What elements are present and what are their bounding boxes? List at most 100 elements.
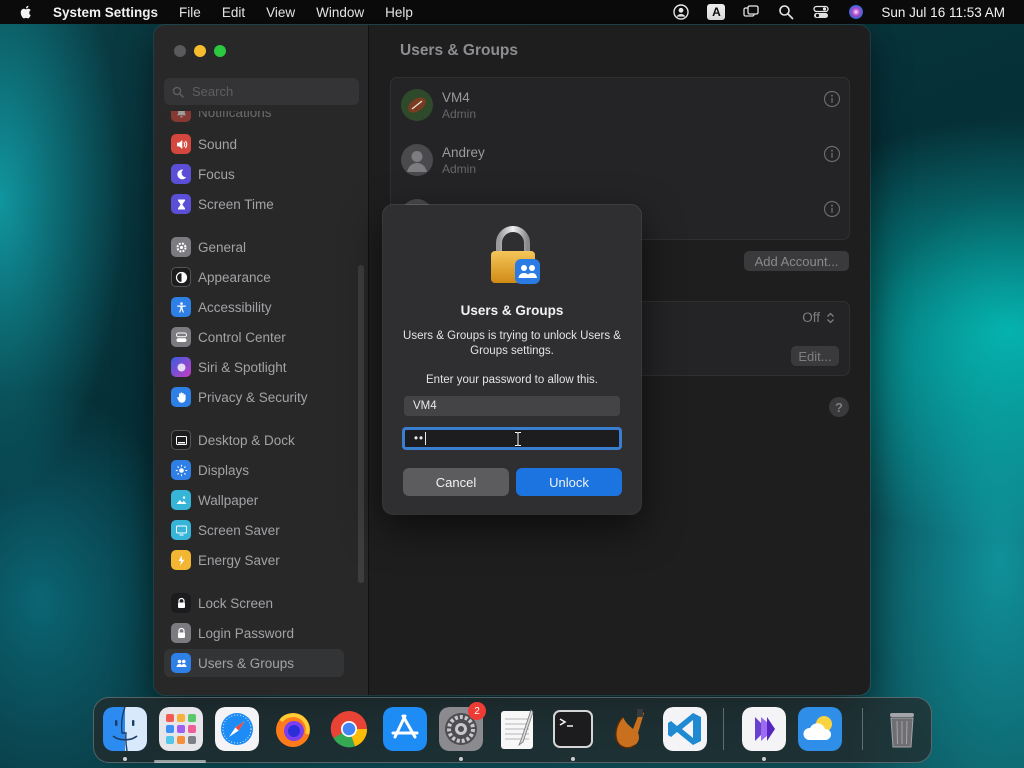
appearance-icon [171,267,191,287]
cancel-button[interactable]: Cancel [403,468,509,496]
siri-icon [171,357,191,377]
user-role: Admin [442,106,477,121]
user-row[interactable]: VM4 Admin [401,80,841,130]
textedit-icon[interactable] [495,707,539,751]
sidebar-item-label: Displays [198,462,250,478]
status-area: A Sun Jul 16 11:53 AM [655,0,1024,24]
weather-icon[interactable] [798,707,842,751]
dialog-prompt: Enter your password to allow this. [426,374,598,386]
username-field[interactable]: VM4 [404,396,620,416]
moon-icon [171,164,191,184]
user-name: VM4 [442,89,470,105]
help-button[interactable]: ? [829,397,849,417]
sun-icon [171,460,191,480]
sidebar-item-label: Appearance [198,269,271,285]
spotlight-search-icon[interactable] [777,3,795,21]
info-icon[interactable] [823,90,841,108]
hand-icon [171,387,191,407]
user-account-icon[interactable] [672,3,690,21]
sidebar-item-sound[interactable]: Sound [164,130,344,158]
trash-icon[interactable] [880,707,924,751]
zoom-window-button[interactable] [214,45,226,57]
chrome-icon[interactable] [327,707,371,751]
sidebar-item-lock-screen[interactable]: Lock Screen [164,589,344,617]
user-role: Admin [442,161,477,176]
launchpad-icon[interactable] [159,707,203,751]
screen-mirroring-icon[interactable] [742,3,760,21]
instruments-icon[interactable] [607,707,651,751]
ibeam-cursor-icon [513,431,523,447]
sidebar-item-desktop-dock[interactable]: Desktop & Dock [164,426,344,454]
sidebar-item-accessibility[interactable]: Accessibility [164,293,344,321]
menu-view[interactable]: View [266,5,295,20]
padlock-users-icon [485,225,545,291]
edit-button[interactable]: Edit... [791,346,839,366]
menu-bar: System Settings File Edit View Window He… [0,0,1024,24]
dock-scroll-indicator [154,760,206,763]
sidebar-item-wallpaper[interactable]: Wallpaper [164,486,344,514]
sidebar-item-label: Focus [198,166,235,182]
guest-setting-select[interactable]: Off [802,310,835,325]
running-indicator [762,757,766,761]
vscode-icon[interactable] [663,707,707,751]
sidebar-scrollbar[interactable] [358,265,364,583]
sidebar-item-screen-time[interactable]: Screen Time [164,190,344,218]
sidebar-item-control-center[interactable]: Control Center [164,323,344,351]
input-source-label: A [707,4,726,20]
user-text: Andrey Admin [442,145,485,176]
sidebar-item-notifications[interactable]: Notifications [164,111,344,126]
dock-icon [171,430,191,450]
menubar-clock[interactable]: Sun Jul 16 11:53 AM [881,5,1005,20]
sidebar-item-energy-saver[interactable]: Energy Saver [164,546,344,574]
menu-file[interactable]: File [179,5,201,20]
safari-icon[interactable] [215,707,259,751]
unlock-button[interactable]: Unlock [516,468,622,496]
sidebar-item-label: Energy Saver [198,552,280,568]
sidebar-item-screen-saver[interactable]: Screen Saver [164,516,344,544]
sidebar-item-general[interactable]: General [164,233,344,261]
user-row[interactable]: Andrey Admin [401,135,841,185]
menu-window[interactable]: Window [316,5,364,20]
lock-icon [171,593,191,613]
apple-menu-icon[interactable] [18,4,34,20]
firefox-icon[interactable] [271,707,315,751]
control-center-icon[interactable] [812,3,830,21]
terminal-icon[interactable] [551,707,595,751]
guest-setting-value: Off [802,310,820,325]
info-icon[interactable] [823,200,841,218]
football-avatar [401,89,433,121]
add-account-button[interactable]: Add Account... [744,251,849,271]
close-window-button[interactable] [174,45,186,57]
running-indicator [459,757,463,761]
password-value: •• [414,432,425,445]
sidebar-item-users-groups[interactable]: Users & Groups [164,649,344,677]
sidebar-item-label: Control Center [198,329,286,345]
info-icon[interactable] [823,145,841,163]
dock-separator [862,708,863,750]
minimize-window-button[interactable] [194,45,206,57]
menu-help[interactable]: Help [385,5,413,20]
sidebar-item-privacy-security[interactable]: Privacy & Security [164,383,344,411]
sidebar-search-field[interactable]: Search [164,78,359,105]
menu-edit[interactable]: Edit [222,5,245,20]
user-text: VM4 Admin [442,90,476,121]
accessibility-icon [171,297,191,317]
user-avatar [401,144,433,176]
input-source-icon[interactable]: A [707,3,726,21]
visual-studio-icon[interactable] [742,707,786,751]
sidebar-item-displays[interactable]: Displays [164,456,344,484]
hourglass-icon [171,194,191,214]
siri-icon[interactable] [847,3,865,21]
password-field[interactable]: •• [402,427,622,450]
sidebar-item-login-password[interactable]: Login Password [164,619,344,647]
app-store-icon[interactable] [383,707,427,751]
sidebar-item-siri-spotlight[interactable]: Siri & Spotlight [164,353,344,381]
finder-icon[interactable] [103,707,147,751]
sidebar-item-appearance[interactable]: Appearance [164,263,344,291]
notification-badge: 2 [468,702,486,720]
chevron-up-down-icon [827,312,834,323]
sidebar-item-label: Wallpaper [198,492,259,508]
control-center-icon [171,327,191,347]
sidebar-item-focus[interactable]: Focus [164,160,344,188]
menu-app-name[interactable]: System Settings [53,5,158,20]
